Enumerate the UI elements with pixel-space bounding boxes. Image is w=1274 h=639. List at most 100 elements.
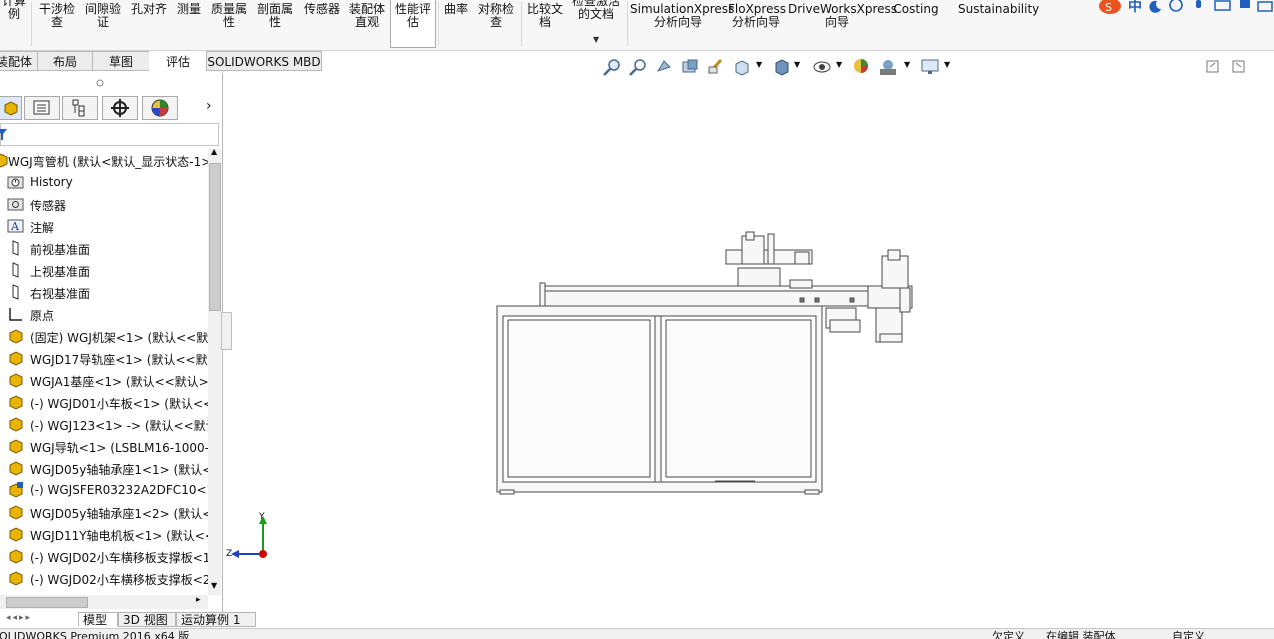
tree-item-component[interactable]: WGJD05y轴轴承座1<2> (默认<< <box>0 501 208 523</box>
tree-item-component[interactable]: (-) WGJD02小车横移板支撑板<1> <box>0 545 208 567</box>
ribbon-button-symmetry-check[interactable]: 对称检 查 <box>474 3 518 29</box>
edit-appearance-icon[interactable] <box>852 57 872 77</box>
tree-item-origin[interactable]: 原点 <box>0 303 208 325</box>
status-units[interactable]: 自定义 <box>1172 629 1205 639</box>
hide-show-items-icon[interactable] <box>812 57 832 77</box>
sogou-logo-icon[interactable]: S <box>1098 0 1124 16</box>
panel-collapse-handle[interactable] <box>221 312 232 350</box>
ribbon-separator <box>31 2 32 46</box>
chevron-down-icon[interactable]: ▼ <box>794 60 800 69</box>
ribbon-button-assembly-visualization[interactable]: 装配体 直观 <box>346 3 388 29</box>
section-view-icon[interactable] <box>680 57 700 77</box>
ribbon-button-floxpress[interactable]: FloXpress 分析向导 <box>728 3 786 29</box>
tree-item-component[interactable]: WGJD11Y轴电机板<1> (默认<<默 <box>0 523 208 545</box>
scroll-up-icon[interactable]: ▲ <box>211 147 217 156</box>
tab-display-manager[interactable] <box>142 96 178 120</box>
view-orientation-icon[interactable] <box>732 57 752 77</box>
ribbon-button-simulationxpress[interactable]: SimulationXpress 分析向导 <box>630 3 734 29</box>
chevron-down-icon[interactable]: ▼ <box>593 35 599 44</box>
tree-horizontal-scrollbar[interactable]: ▸ <box>0 595 208 609</box>
tree-item-component[interactable]: (固定) WGJ机架<1> (默认<<默认>_ <box>0 325 208 347</box>
tab-configuration-manager[interactable] <box>62 96 98 120</box>
ribbon-button-measure[interactable]: 测量 <box>172 3 206 16</box>
ribbon-button-sustainability[interactable]: Sustainability <box>958 3 1039 16</box>
tree-item-label: WGJ导轨<1> (LSBLM16-1000-F <box>30 441 208 455</box>
ribbon-button-sensor[interactable]: 传感器 <box>300 3 344 16</box>
tree-item-sensors[interactable]: 传感器 <box>0 193 208 215</box>
ribbon-button-hole-alignment[interactable]: 孔对齐 <box>128 3 170 16</box>
chevron-down-icon[interactable]: ▼ <box>904 60 910 69</box>
part-icon <box>9 505 23 520</box>
expand-viewport-icon[interactable] <box>1232 60 1246 74</box>
tree-vertical-scrollbar[interactable]: ▲ ▼ <box>208 147 221 595</box>
tree-item-label: (-) WGJSFER03232A2DFC10<1> ( <box>30 483 208 497</box>
ime-mode-label[interactable]: 中 <box>1128 0 1142 16</box>
tab-evaluate[interactable]: 评估 <box>149 51 207 71</box>
tab-model[interactable]: 模型 <box>78 612 118 627</box>
ribbon-button-compare-documents[interactable]: 比较文 档 <box>524 3 566 29</box>
ribbon-button-clearance[interactable]: 间隙验 证 <box>82 3 124 29</box>
chevron-down-icon[interactable]: ▼ <box>836 60 842 69</box>
tree-item-right-plane[interactable]: 右视基准面 <box>0 281 208 303</box>
scroll-down-icon[interactable]: ▼ <box>211 581 217 590</box>
zoom-to-fit-icon[interactable] <box>602 57 622 77</box>
ribbon-button-calc[interactable]: 计算 例 <box>0 0 28 21</box>
tab-3d-view[interactable]: 3D 视图 <box>118 612 176 627</box>
view-settings-icon[interactable] <box>920 57 940 77</box>
tab-nav-arrows[interactable]: ◂◂▸▸ <box>6 613 32 623</box>
tree-item-component[interactable]: WGJD17导轨座<1> (默认<<默认>_ <box>0 347 208 369</box>
tree-item-component[interactable]: (-) WGJ123<1> -> (默认<<默认>_ <box>0 413 208 435</box>
ribbon-button-check-active-document[interactable]: 检查激活 的文档 <box>568 0 624 21</box>
ribbon-button-costing[interactable]: Costing <box>890 3 942 16</box>
tab-sketch[interactable]: 草图 <box>92 51 150 71</box>
ribbon-button-curvature[interactable]: 曲率 <box>441 3 471 16</box>
tree-item-component[interactable]: WGJ导轨<1> (LSBLM16-1000-F <box>0 435 208 457</box>
tab-feature-manager[interactable] <box>0 96 22 120</box>
tree-item-component[interactable]: (-) WGJSFER03232A2DFC10<1> ( <box>0 479 208 501</box>
ribbon-button-section-properties[interactable]: 剖面属 性 <box>254 3 296 29</box>
smiley-icon[interactable] <box>1168 0 1184 14</box>
chevron-down-icon[interactable]: ▼ <box>944 60 950 69</box>
tree-item-top-plane[interactable]: 上视基准面 <box>0 259 208 281</box>
tab-dimxpert-manager[interactable] <box>102 96 138 120</box>
scroll-right-icon[interactable]: ▸ <box>196 595 201 605</box>
part-icon <box>9 527 23 542</box>
toolbox-icon[interactable] <box>1256 0 1274 14</box>
model-drawing[interactable] <box>490 228 930 508</box>
scroll-thumb[interactable] <box>6 597 88 608</box>
ime-toolbar: S 中 <box>1096 0 1274 16</box>
microphone-icon[interactable] <box>1192 0 1206 14</box>
tab-property-manager[interactable] <box>24 96 60 120</box>
tree-root-assembly[interactable]: WGJ弯管机 (默认<默认_显示状态-1>) <box>0 149 208 171</box>
previous-view-icon[interactable] <box>654 57 674 77</box>
scroll-thumb[interactable] <box>209 163 221 311</box>
tab-assembly[interactable]: 装配体 <box>0 51 38 71</box>
skin-icon[interactable] <box>1238 0 1254 14</box>
ribbon-button-interference[interactable]: 干涉检 查 <box>36 3 78 29</box>
dynamic-annotation-icon[interactable] <box>706 57 726 77</box>
tree-item-annotations[interactable]: A 注解 <box>0 215 208 237</box>
tree-item-component[interactable]: WGJA1基座<1> (默认<<默认>_显 <box>0 369 208 391</box>
ribbon-button-mass-properties[interactable]: 质量属 性 <box>208 3 250 29</box>
keyboard-icon[interactable] <box>1214 0 1232 14</box>
ribbon-button-driveworksxpress[interactable]: DriveWorksXpress 向导 <box>788 3 897 29</box>
chevron-down-icon[interactable]: ▼ <box>756 60 762 69</box>
tab-layout[interactable]: 布局 <box>37 51 93 71</box>
display-style-icon[interactable] <box>772 57 792 77</box>
ribbon-button-performance-evaluation[interactable]: 性能评 估 <box>390 0 436 48</box>
tree-item-front-plane[interactable]: 前视基准面 <box>0 237 208 259</box>
tab-motion-study[interactable]: 运动算例 1 <box>176 612 256 627</box>
panel-grip-icon[interactable] <box>96 79 106 89</box>
chevron-right-icon[interactable]: › <box>206 98 212 114</box>
tree-item-history[interactable]: History <box>0 171 208 193</box>
filter-field[interactable] <box>0 123 219 146</box>
moon-icon[interactable] <box>1148 0 1162 14</box>
zoom-to-area-icon[interactable] <box>628 57 648 77</box>
apply-scene-icon[interactable] <box>878 57 898 77</box>
tree-item-component[interactable]: (-) WGJD01小车板<1> (默认<<默认 <box>0 391 208 413</box>
tree-item-component[interactable]: WGJD05y轴轴承座1<1> (默认<< <box>0 457 208 479</box>
svg-text:A: A <box>10 220 20 233</box>
tree-item-component[interactable]: (-) WGJD02小车横移板支撑板<2> <box>0 567 208 589</box>
restore-viewport-icon[interactable] <box>1206 60 1220 74</box>
tab-solidworks-mbd[interactable]: SOLIDWORKS MBD <box>206 51 322 71</box>
